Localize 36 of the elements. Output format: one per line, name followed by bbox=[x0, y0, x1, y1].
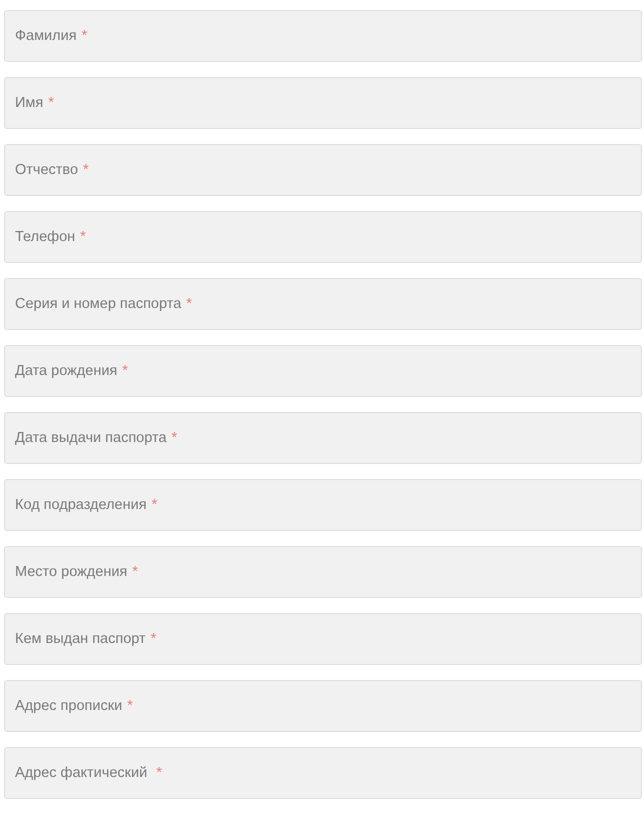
input-field[interactable]: Фамилия * bbox=[4, 10, 642, 62]
field-placeholder: Место рождения bbox=[15, 564, 128, 580]
field-placeholder: Телефон bbox=[15, 229, 76, 245]
field-placeholder: Адрес прописки bbox=[15, 698, 122, 714]
required-asterisk: * bbox=[122, 363, 128, 379]
required-asterisk: * bbox=[48, 95, 54, 111]
input-field[interactable]: Кем выдан паспорт * bbox=[4, 613, 642, 665]
field-placeholder: Дата рождения bbox=[15, 363, 118, 379]
input-field[interactable]: Серия и номер паспорта * bbox=[4, 278, 642, 330]
input-field[interactable]: Адрес фактический * bbox=[4, 747, 642, 799]
input-field[interactable]: Отчество * bbox=[4, 144, 642, 196]
required-asterisk: * bbox=[172, 430, 178, 446]
required-asterisk: * bbox=[83, 162, 89, 178]
input-field[interactable]: Код подразделения * bbox=[4, 479, 642, 531]
required-asterisk: * bbox=[150, 631, 156, 647]
required-asterisk: * bbox=[82, 28, 88, 44]
input-field[interactable]: Дата выдачи паспорта * bbox=[4, 412, 642, 464]
field-placeholder: Код подразделения bbox=[15, 497, 147, 513]
field-placeholder: Серия и номер паспорта bbox=[15, 296, 182, 312]
required-asterisk: * bbox=[156, 765, 162, 781]
field-placeholder: Отчество bbox=[15, 162, 78, 178]
input-field[interactable]: Имя * bbox=[4, 77, 642, 129]
input-field[interactable]: Телефон * bbox=[4, 211, 642, 263]
field-placeholder: Фамилия bbox=[15, 28, 77, 44]
required-asterisk: * bbox=[80, 229, 86, 245]
required-asterisk: * bbox=[127, 698, 133, 714]
field-placeholder: Имя bbox=[15, 95, 44, 111]
field-placeholder: Адрес фактический bbox=[15, 765, 148, 781]
required-asterisk: * bbox=[152, 497, 158, 513]
field-placeholder: Дата выдачи паспорта bbox=[15, 430, 167, 446]
required-asterisk: * bbox=[186, 296, 192, 312]
field-placeholder: Кем выдан паспорт bbox=[15, 631, 146, 647]
required-asterisk: * bbox=[132, 564, 138, 580]
input-field[interactable]: Дата рождения * bbox=[4, 345, 642, 397]
input-field[interactable]: Место рождения * bbox=[4, 546, 642, 598]
input-field[interactable]: Адрес прописки * bbox=[4, 680, 642, 732]
